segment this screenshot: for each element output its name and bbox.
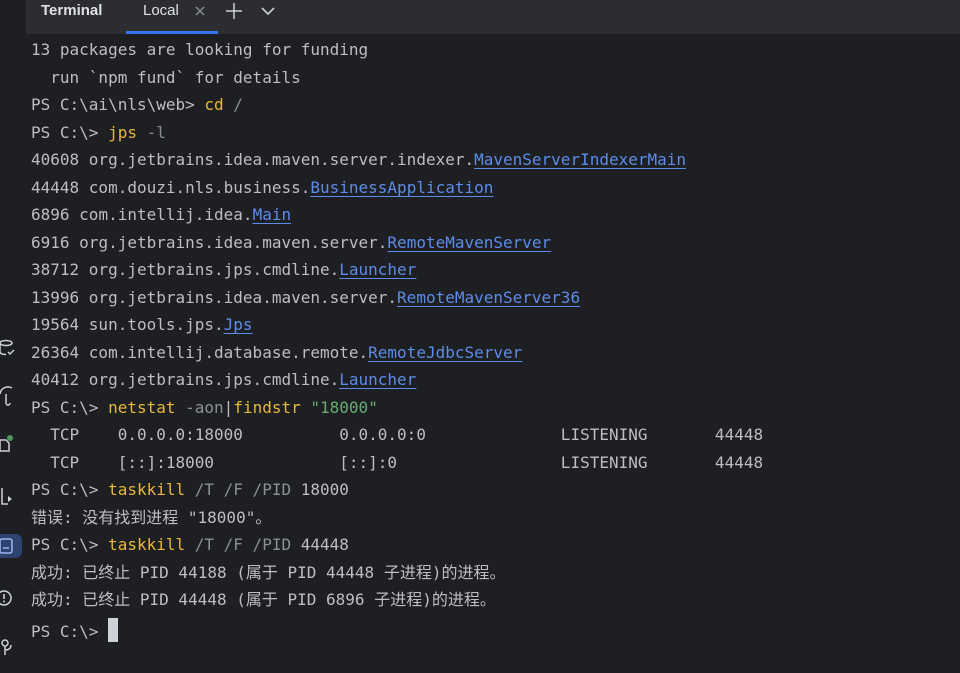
terminal-icon[interactable]: [0, 534, 22, 558]
success-line: 成功: 已终止 PID 44188 (属于 PID 44448 子进程)的进程。: [31, 563, 506, 582]
tab-local-label: Local: [143, 2, 179, 19]
jps-pid: 44448: [31, 178, 89, 197]
command-value: 44448: [291, 535, 349, 554]
prompt: PS C:\>: [31, 123, 109, 142]
jps-line: 19564 sun.tools.jps.Jps: [31, 315, 253, 335]
jps-pid: 26364: [31, 343, 89, 362]
command-line: PS C:\> netstat -aon|findstr "18000": [31, 398, 378, 418]
prompt: PS C:\>: [31, 480, 109, 499]
tab-local[interactable]: Local: [126, 0, 218, 34]
command-line: PS C:\> taskkill /T /F /PID 18000: [31, 480, 349, 500]
command-name: taskkill: [108, 480, 186, 499]
git-icon[interactable]: [0, 636, 22, 660]
jps-line: 13996 org.jetbrains.idea.maven.server.Re…: [31, 288, 580, 308]
jps-class-link[interactable]: Main: [253, 205, 292, 224]
plus-icon[interactable]: [225, 1, 243, 21]
jps-class-link[interactable]: Launcher: [339, 260, 416, 279]
prompt: PS C:\>: [31, 622, 109, 641]
jps-package: org.jetbrains.jps.cmdline.: [88, 260, 340, 279]
jps-package: com.intellij.idea.: [79, 205, 253, 224]
plugin-icon[interactable]: [0, 433, 22, 457]
error-line: 错误: 没有找到进程 "18000"。: [31, 508, 272, 527]
jps-pid: 38712: [31, 260, 89, 279]
terminal-output[interactable]: 13 packages are looking for funding run …: [26, 35, 960, 673]
output-line: run `npm fund` for details: [31, 68, 301, 87]
umbrella-icon[interactable]: [0, 384, 22, 408]
pipe-symbol: |: [223, 398, 234, 417]
jps-class-link[interactable]: BusinessApplication: [310, 178, 493, 197]
jps-package: org.jetbrains.idea.maven.server.indexer.: [88, 150, 475, 169]
text-cursor: [108, 618, 119, 642]
command-arg: -l: [136, 123, 166, 142]
run-icon[interactable]: [0, 484, 22, 508]
jps-package: com.douzi.nls.business.: [88, 178, 311, 197]
command-arg: -aon: [175, 398, 224, 417]
success-line: 成功: 已终止 PID 44448 (属于 PID 6896 子进程)的进程。: [31, 590, 496, 609]
jps-package: com.intellij.database.remote.: [88, 343, 369, 362]
jps-line: 40412 org.jetbrains.jps.cmdline.Launcher: [31, 370, 416, 390]
netstat-row: TCP 0.0.0.0:18000 0.0.0.0:0 LISTENING 44…: [31, 425, 764, 444]
command-name: taskkill: [108, 535, 186, 554]
jps-pid: 13996: [31, 288, 89, 307]
command-line: PS C:\> jps -l: [31, 123, 166, 143]
tool-window-strip: [0, 0, 26, 673]
netstat-row: TCP [::]:18000 [::]:0 LISTENING 44448: [31, 453, 764, 472]
jps-pid: 19564: [31, 315, 89, 334]
string-arg: "18000": [310, 398, 378, 417]
jps-class-link[interactable]: MavenServerIndexerMain: [474, 150, 686, 169]
jps-line: 6916 org.jetbrains.idea.maven.server.Rem…: [31, 233, 551, 253]
command-arg: /T /F /PID: [185, 480, 292, 499]
command-name: jps: [108, 123, 137, 142]
jps-line: 26364 com.intellij.database.remote.Remot…: [31, 343, 522, 363]
problems-icon[interactable]: [0, 586, 22, 610]
command-value: 18000: [291, 480, 349, 499]
prompt-line[interactable]: PS C:\>: [31, 618, 119, 642]
jps-package: sun.tools.jps.: [88, 315, 224, 334]
jps-pid: 40608: [31, 150, 89, 169]
chevron-down-icon[interactable]: [259, 1, 277, 21]
jps-class-link[interactable]: RemoteJdbcServer: [368, 343, 522, 362]
command-name: netstat: [108, 398, 176, 417]
command-line: PS C:\ai\nls\web> cd /: [31, 95, 243, 115]
jps-line: 38712 org.jetbrains.jps.cmdline.Launcher: [31, 260, 416, 280]
command-name: cd: [204, 95, 224, 114]
prompt: PS C:\ai\nls\web>: [31, 95, 205, 114]
tool-window-title: Terminal: [41, 2, 103, 19]
jps-package: org.jetbrains.jps.cmdline.: [88, 370, 340, 389]
jps-class-link[interactable]: RemoteMavenServer: [387, 233, 551, 252]
output-line: 13 packages are looking for funding: [31, 40, 369, 59]
command-arg: /: [223, 95, 243, 114]
database-icon[interactable]: [0, 336, 22, 360]
jps-class-link[interactable]: Jps: [224, 315, 253, 334]
prompt: PS C:\>: [31, 535, 109, 554]
jps-pid: 6896: [31, 205, 80, 224]
jps-line: 6896 com.intellij.idea.Main: [31, 205, 291, 225]
jps-class-link[interactable]: RemoteMavenServer36: [397, 288, 580, 307]
jps-line: 44448 com.douzi.nls.business.BusinessApp…: [31, 178, 493, 198]
command-arg: /T /F /PID: [185, 535, 292, 554]
prompt: PS C:\>: [31, 398, 109, 417]
command-name: findstr: [233, 398, 301, 417]
jps-pid: 6916: [31, 233, 80, 252]
jps-package: org.jetbrains.idea.maven.server.: [79, 233, 388, 252]
jps-pid: 40412: [31, 370, 89, 389]
command-line: PS C:\> taskkill /T /F /PID 44448: [31, 535, 349, 555]
jps-class-link[interactable]: Launcher: [339, 370, 416, 389]
terminal-tab-bar: Terminal Local: [26, 0, 960, 35]
jps-line: 40608 org.jetbrains.idea.maven.server.in…: [31, 150, 686, 170]
close-icon[interactable]: [193, 2, 207, 20]
jps-package: org.jetbrains.idea.maven.server.: [88, 288, 398, 307]
